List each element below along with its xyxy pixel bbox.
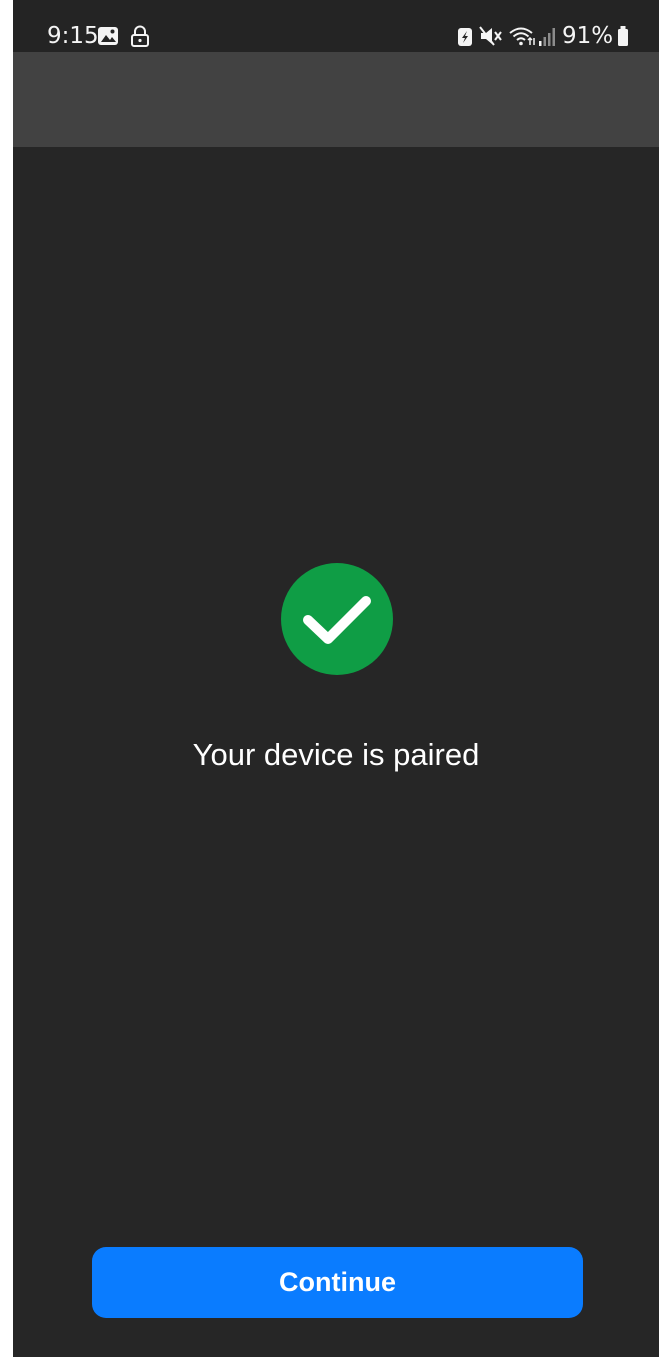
wifi-icon	[509, 27, 535, 46]
status-time: 9:15	[47, 23, 99, 49]
app-screen: 9:15 91% Your device is paired Continue	[13, 0, 659, 1357]
signal-icon	[539, 28, 555, 46]
battery-percent: 91%	[562, 23, 614, 49]
battery-saver-icon	[458, 28, 472, 46]
status-bar: 9:15 91%	[13, 0, 659, 52]
pairing-success-message: Your device is paired	[192, 737, 480, 772]
lock-icon	[131, 25, 149, 47]
app-bar	[13, 52, 659, 147]
gallery-icon	[98, 27, 118, 45]
mute-icon	[479, 26, 502, 46]
check-circle-icon	[281, 563, 393, 675]
battery-icon	[618, 26, 628, 46]
continue-button[interactable]: Continue	[92, 1247, 583, 1318]
